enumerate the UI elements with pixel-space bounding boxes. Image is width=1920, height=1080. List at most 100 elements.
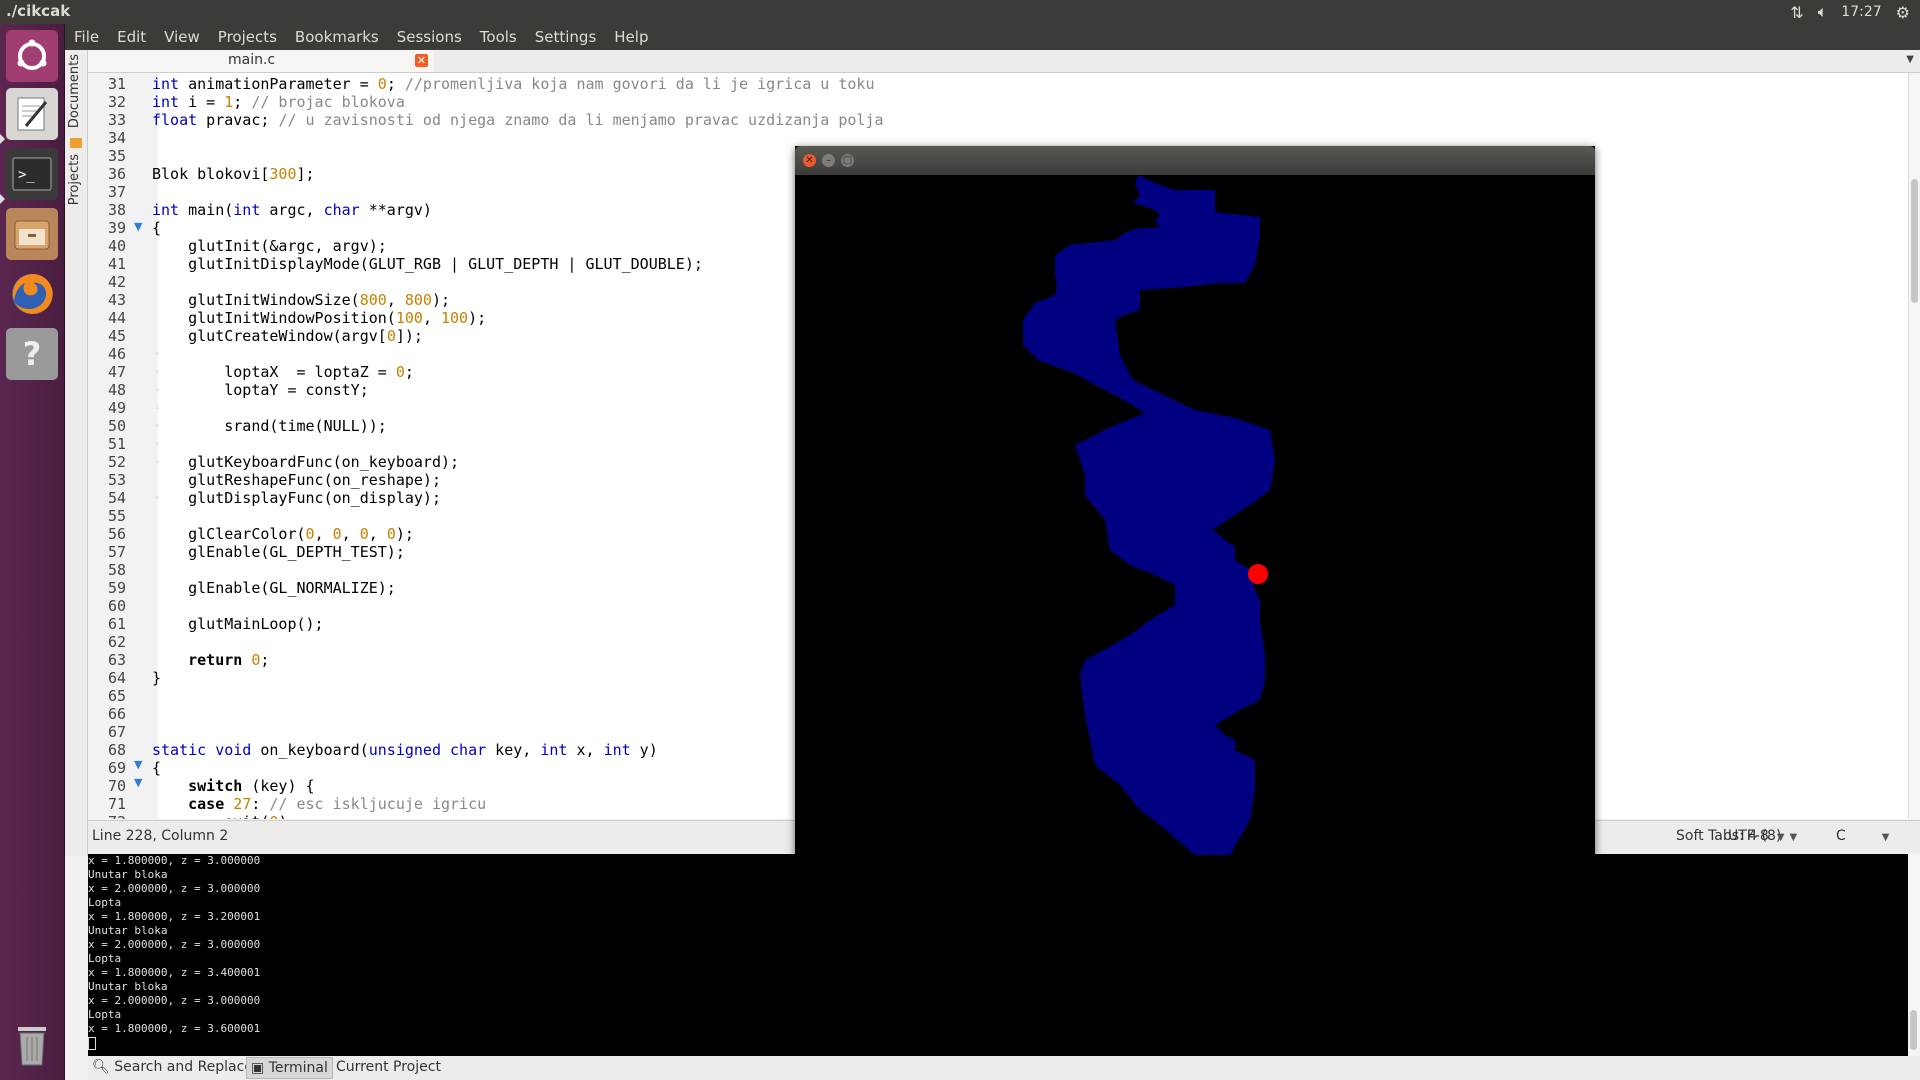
ball xyxy=(1248,564,1268,584)
fold-arrow-icon[interactable]: ▼ xyxy=(134,220,142,233)
line-number: 50 xyxy=(107,417,126,435)
fold-marker-icon: ◦ xyxy=(155,350,161,360)
code-line: glutKeyboardFunc(on_keyboard); xyxy=(152,453,460,471)
menu-file[interactable]: File xyxy=(65,28,108,46)
line-number: 65 xyxy=(107,687,126,705)
terminal-icon[interactable]: >_ xyxy=(6,148,58,200)
ubuntu-logo-icon[interactable] xyxy=(6,30,58,82)
tab-list-arrow-icon[interactable]: ▼ xyxy=(1906,54,1914,65)
clock[interactable]: 17:27 xyxy=(1841,4,1881,20)
line-number: 54 xyxy=(107,489,126,507)
tab-documents[interactable]: Documents xyxy=(67,54,82,128)
close-icon[interactable]: ✕ xyxy=(803,154,816,167)
line-number: 31 xyxy=(107,75,126,93)
terminal-line: Lopta xyxy=(88,952,122,965)
terminal-cursor xyxy=(88,1036,96,1050)
code-line: Blok blokovi[300]; xyxy=(152,165,315,183)
system-tray: ⇅ 🔈︎ 17:27 ⚙ xyxy=(1790,0,1920,24)
code-line: glutDisplayFunc(on_display); xyxy=(152,489,441,507)
line-number: 35 xyxy=(107,147,126,165)
launcher: >_ ? xyxy=(0,24,65,1080)
line-number: 46 xyxy=(107,345,126,363)
encoding-selector[interactable]: UTF-8 ▼ xyxy=(1728,828,1785,844)
tab-projects[interactable]: Projects xyxy=(67,154,82,205)
tab-label: Terminal xyxy=(268,1060,328,1076)
tab-label: Search and Replace xyxy=(114,1059,253,1075)
code-line: loptaX = loptaZ = 0; xyxy=(152,363,414,381)
scrollbar-thumb[interactable] xyxy=(1911,179,1918,303)
line-number: 34 xyxy=(107,129,126,147)
line-number: 42 xyxy=(107,273,126,291)
firefox-icon[interactable] xyxy=(6,268,58,320)
code-line: glEnable(GL_DEPTH_TEST); xyxy=(152,543,405,561)
line-number: 58 xyxy=(107,561,126,579)
menu-edit[interactable]: Edit xyxy=(108,28,155,46)
menu-sessions[interactable]: Sessions xyxy=(388,28,471,46)
editor-scrollbar[interactable] xyxy=(1908,73,1920,819)
fold-arrow-icon[interactable]: ▼ xyxy=(134,776,142,789)
speaker-icon[interactable]: 🔈︎ xyxy=(1818,2,1828,22)
code-line: } xyxy=(152,669,162,687)
line-number: 64 xyxy=(107,669,126,687)
text-editor-icon[interactable] xyxy=(6,88,58,140)
bottom-panel-tabs: 🔍︎ Search and Replace ▣ Terminal Current… xyxy=(88,1056,1920,1080)
tab-main-c[interactable]: main.c ✕ xyxy=(88,50,434,72)
tab-search-replace[interactable]: 🔍︎ Search and Replace xyxy=(92,1059,253,1075)
line-number: 60 xyxy=(107,597,126,615)
trash-icon[interactable] xyxy=(6,1018,58,1070)
code-line: glutInitWindowSize(800, 800); xyxy=(152,291,451,309)
code-line: glClearColor(0, 0, 0, 0); xyxy=(152,525,414,543)
terminal-output[interactable]: x = 1.800000, z = 3.000000 Unutar bloka x … xyxy=(88,854,1908,1056)
terminal-line: Lopta xyxy=(88,1008,122,1021)
maximize-icon[interactable]: □ xyxy=(841,154,854,167)
close-icon[interactable]: ✕ xyxy=(415,54,428,67)
terminal-line: x = 2.000000, z = 3.000000 xyxy=(88,882,261,895)
fold-marker-icon: ◦ xyxy=(155,404,161,414)
menu-projects[interactable]: Projects xyxy=(209,28,286,46)
terminal-lines: x = 1.800000, z = 3.000000 Unutar bloka x … xyxy=(88,854,1908,1036)
menu-help[interactable]: Help xyxy=(605,28,657,46)
code-line: { xyxy=(152,759,162,777)
terminal-line: x = 2.000000, z = 3.000000 xyxy=(88,938,261,951)
chevron-down-icon: ▼ xyxy=(1789,832,1798,843)
menu-bookmarks[interactable]: Bookmarks xyxy=(286,28,388,46)
code-line: exit(0); xyxy=(152,813,296,819)
terminal-line: Lopta xyxy=(88,896,122,909)
code-line: loptaY = constY; xyxy=(152,381,369,399)
menu-settings[interactable]: Settings xyxy=(526,28,606,46)
scrollbar-thumb[interactable] xyxy=(1910,1010,1917,1050)
menu-view[interactable]: View xyxy=(155,28,209,46)
language-selector[interactable]: C ▼ xyxy=(1836,828,1889,844)
line-number: 44 xyxy=(107,309,126,327)
line-number: 48 xyxy=(107,381,126,399)
terminal-scrollbar[interactable] xyxy=(1908,854,1920,1056)
network-updown-icon[interactable]: ⇅ xyxy=(1790,3,1803,22)
code-line: static void on_keyboard(unsigned char ke… xyxy=(152,741,658,759)
line-number: 61 xyxy=(107,615,126,633)
document-tab-bar: main.c ✕ ▼ xyxy=(88,50,1920,73)
line-number: 37 xyxy=(107,183,126,201)
window-titlebar[interactable]: ✕ – □ xyxy=(795,146,1595,175)
line-number: 40 xyxy=(107,237,126,255)
line-number: 56 xyxy=(107,525,126,543)
minimize-icon[interactable]: – xyxy=(822,154,835,167)
chevron-down-icon: ▼ xyxy=(1776,832,1785,843)
line-number: 33 xyxy=(107,111,126,129)
fold-arrow-icon[interactable]: ▼ xyxy=(134,758,142,771)
tab-terminal[interactable]: ▣ Terminal xyxy=(246,1057,333,1079)
gear-icon[interactable]: ⚙ xyxy=(1896,3,1910,22)
tab-current-project[interactable]: Current Project xyxy=(336,1059,441,1075)
line-number: 45 xyxy=(107,327,126,345)
encoding-label: UTF-8 xyxy=(1728,828,1769,844)
code-line: int animationParameter = 0; //promenljiv… xyxy=(152,75,875,93)
menu-tools[interactable]: Tools xyxy=(471,28,526,46)
game-canvas[interactable] xyxy=(795,175,1595,855)
code-line: srand(time(NULL)); xyxy=(152,417,387,435)
help-icon[interactable]: ? xyxy=(6,328,58,380)
file-manager-icon[interactable] xyxy=(6,208,58,260)
line-number: 55 xyxy=(107,507,126,525)
line-number: 72 xyxy=(88,813,126,819)
game-window[interactable]: ✕ – □ xyxy=(795,146,1595,855)
folder-icon xyxy=(70,138,82,148)
line-number: 71 xyxy=(107,795,126,813)
